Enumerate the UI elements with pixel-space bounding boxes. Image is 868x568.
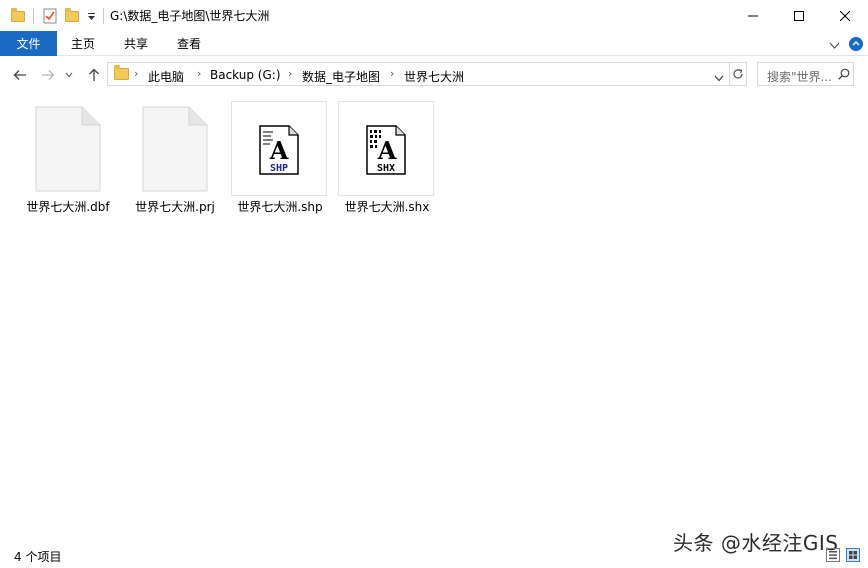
svg-text:A: A (377, 136, 397, 165)
breadcrumb-folder[interactable]: 数据_电子地图 (302, 68, 380, 85)
search-placeholder: 搜索"世界... (767, 70, 832, 84)
up-button[interactable] (84, 65, 104, 85)
properties-icon[interactable] (40, 6, 60, 26)
back-button[interactable] (10, 65, 30, 85)
tab-view[interactable]: 查看 (177, 31, 201, 56)
recent-locations-button[interactable] (62, 65, 76, 85)
ribbon: 文件 主页 共享 查看 (0, 31, 868, 56)
folder-icon (114, 65, 129, 80)
file-item-shp[interactable]: A SHP 世界七大洲.shp (231, 101, 329, 217)
close-button[interactable] (822, 0, 868, 31)
breadcrumb-drive[interactable]: Backup (G:) (210, 68, 281, 82)
refresh-icon (732, 68, 743, 79)
file-list-view: 世界七大洲.dbf 世界七大洲.prj A SHP 世界七大洲.shp A SH… (0, 94, 868, 542)
chevron-right-icon: › (197, 67, 202, 80)
watermark: 头条 @水经注GIS (673, 531, 839, 555)
minimize-button[interactable] (730, 0, 776, 31)
file-name: 世界七大洲.shp (237, 200, 323, 214)
folder-icon[interactable] (9, 6, 27, 26)
new-folder-icon[interactable] (63, 6, 81, 26)
divider (103, 8, 104, 24)
search-icon[interactable] (838, 68, 850, 83)
search-box[interactable]: 搜索"世界... (757, 62, 854, 86)
svg-text:A: A (269, 136, 289, 165)
forward-button[interactable] (38, 65, 58, 85)
divider (33, 8, 34, 24)
up-arrow-icon (89, 68, 99, 81)
refresh-button[interactable] (729, 62, 747, 86)
tab-share[interactable]: 共享 (124, 31, 148, 56)
window-title: G:\数据_电子地图\世界七大洲 (110, 9, 270, 23)
file-item-shx[interactable]: A SHX 世界七大洲.shx (338, 101, 436, 217)
title-bar: G:\数据_电子地图\世界七大洲 (0, 0, 868, 31)
file-name: 世界七大洲.shx (344, 200, 430, 214)
file-item-dbf[interactable]: 世界七大洲.dbf (19, 101, 117, 217)
forward-arrow-icon (42, 70, 55, 80)
maximize-icon (794, 10, 804, 21)
maximize-button[interactable] (776, 0, 822, 31)
chevron-right-icon: › (134, 67, 139, 80)
shp-badge: SHP (270, 163, 288, 174)
breadcrumb-this-pc[interactable]: 此电脑 (148, 68, 184, 85)
blank-file-icon (126, 101, 222, 196)
item-count: 4 个项目 (14, 550, 62, 564)
chevron-down-icon (65, 72, 73, 78)
blank-file-icon (19, 101, 115, 196)
shp-file-icon: A SHP (231, 101, 327, 196)
large-icons-view-icon (849, 551, 857, 559)
file-item-prj[interactable]: 世界七大洲.prj (126, 101, 224, 217)
address-bar[interactable]: › 此电脑 › Backup (G:) › 数据_电子地图 › 世界七大洲 (107, 62, 730, 86)
breadcrumb-current[interactable]: 世界七大洲 (404, 68, 464, 85)
customize-toolbar-icon[interactable] (84, 6, 98, 26)
file-name: 世界七大洲.prj (135, 200, 215, 214)
address-history-icon[interactable] (714, 71, 724, 85)
file-name: 世界七大洲.dbf (26, 200, 110, 214)
expand-ribbon-icon[interactable] (829, 39, 840, 53)
details-view-button[interactable] (826, 548, 840, 562)
tab-file[interactable]: 文件 (0, 31, 57, 56)
back-arrow-icon (13, 70, 26, 80)
chevron-right-icon: › (390, 67, 395, 80)
large-icons-view-button[interactable] (846, 548, 860, 562)
shx-badge: SHX (377, 163, 395, 174)
details-view-icon (829, 551, 837, 560)
shx-file-icon: A SHX (338, 101, 434, 196)
minimize-icon (748, 15, 758, 16)
tab-home[interactable]: 主页 (71, 31, 95, 56)
chevron-right-icon: › (288, 67, 293, 80)
help-icon[interactable] (849, 37, 863, 51)
close-icon (840, 10, 850, 21)
